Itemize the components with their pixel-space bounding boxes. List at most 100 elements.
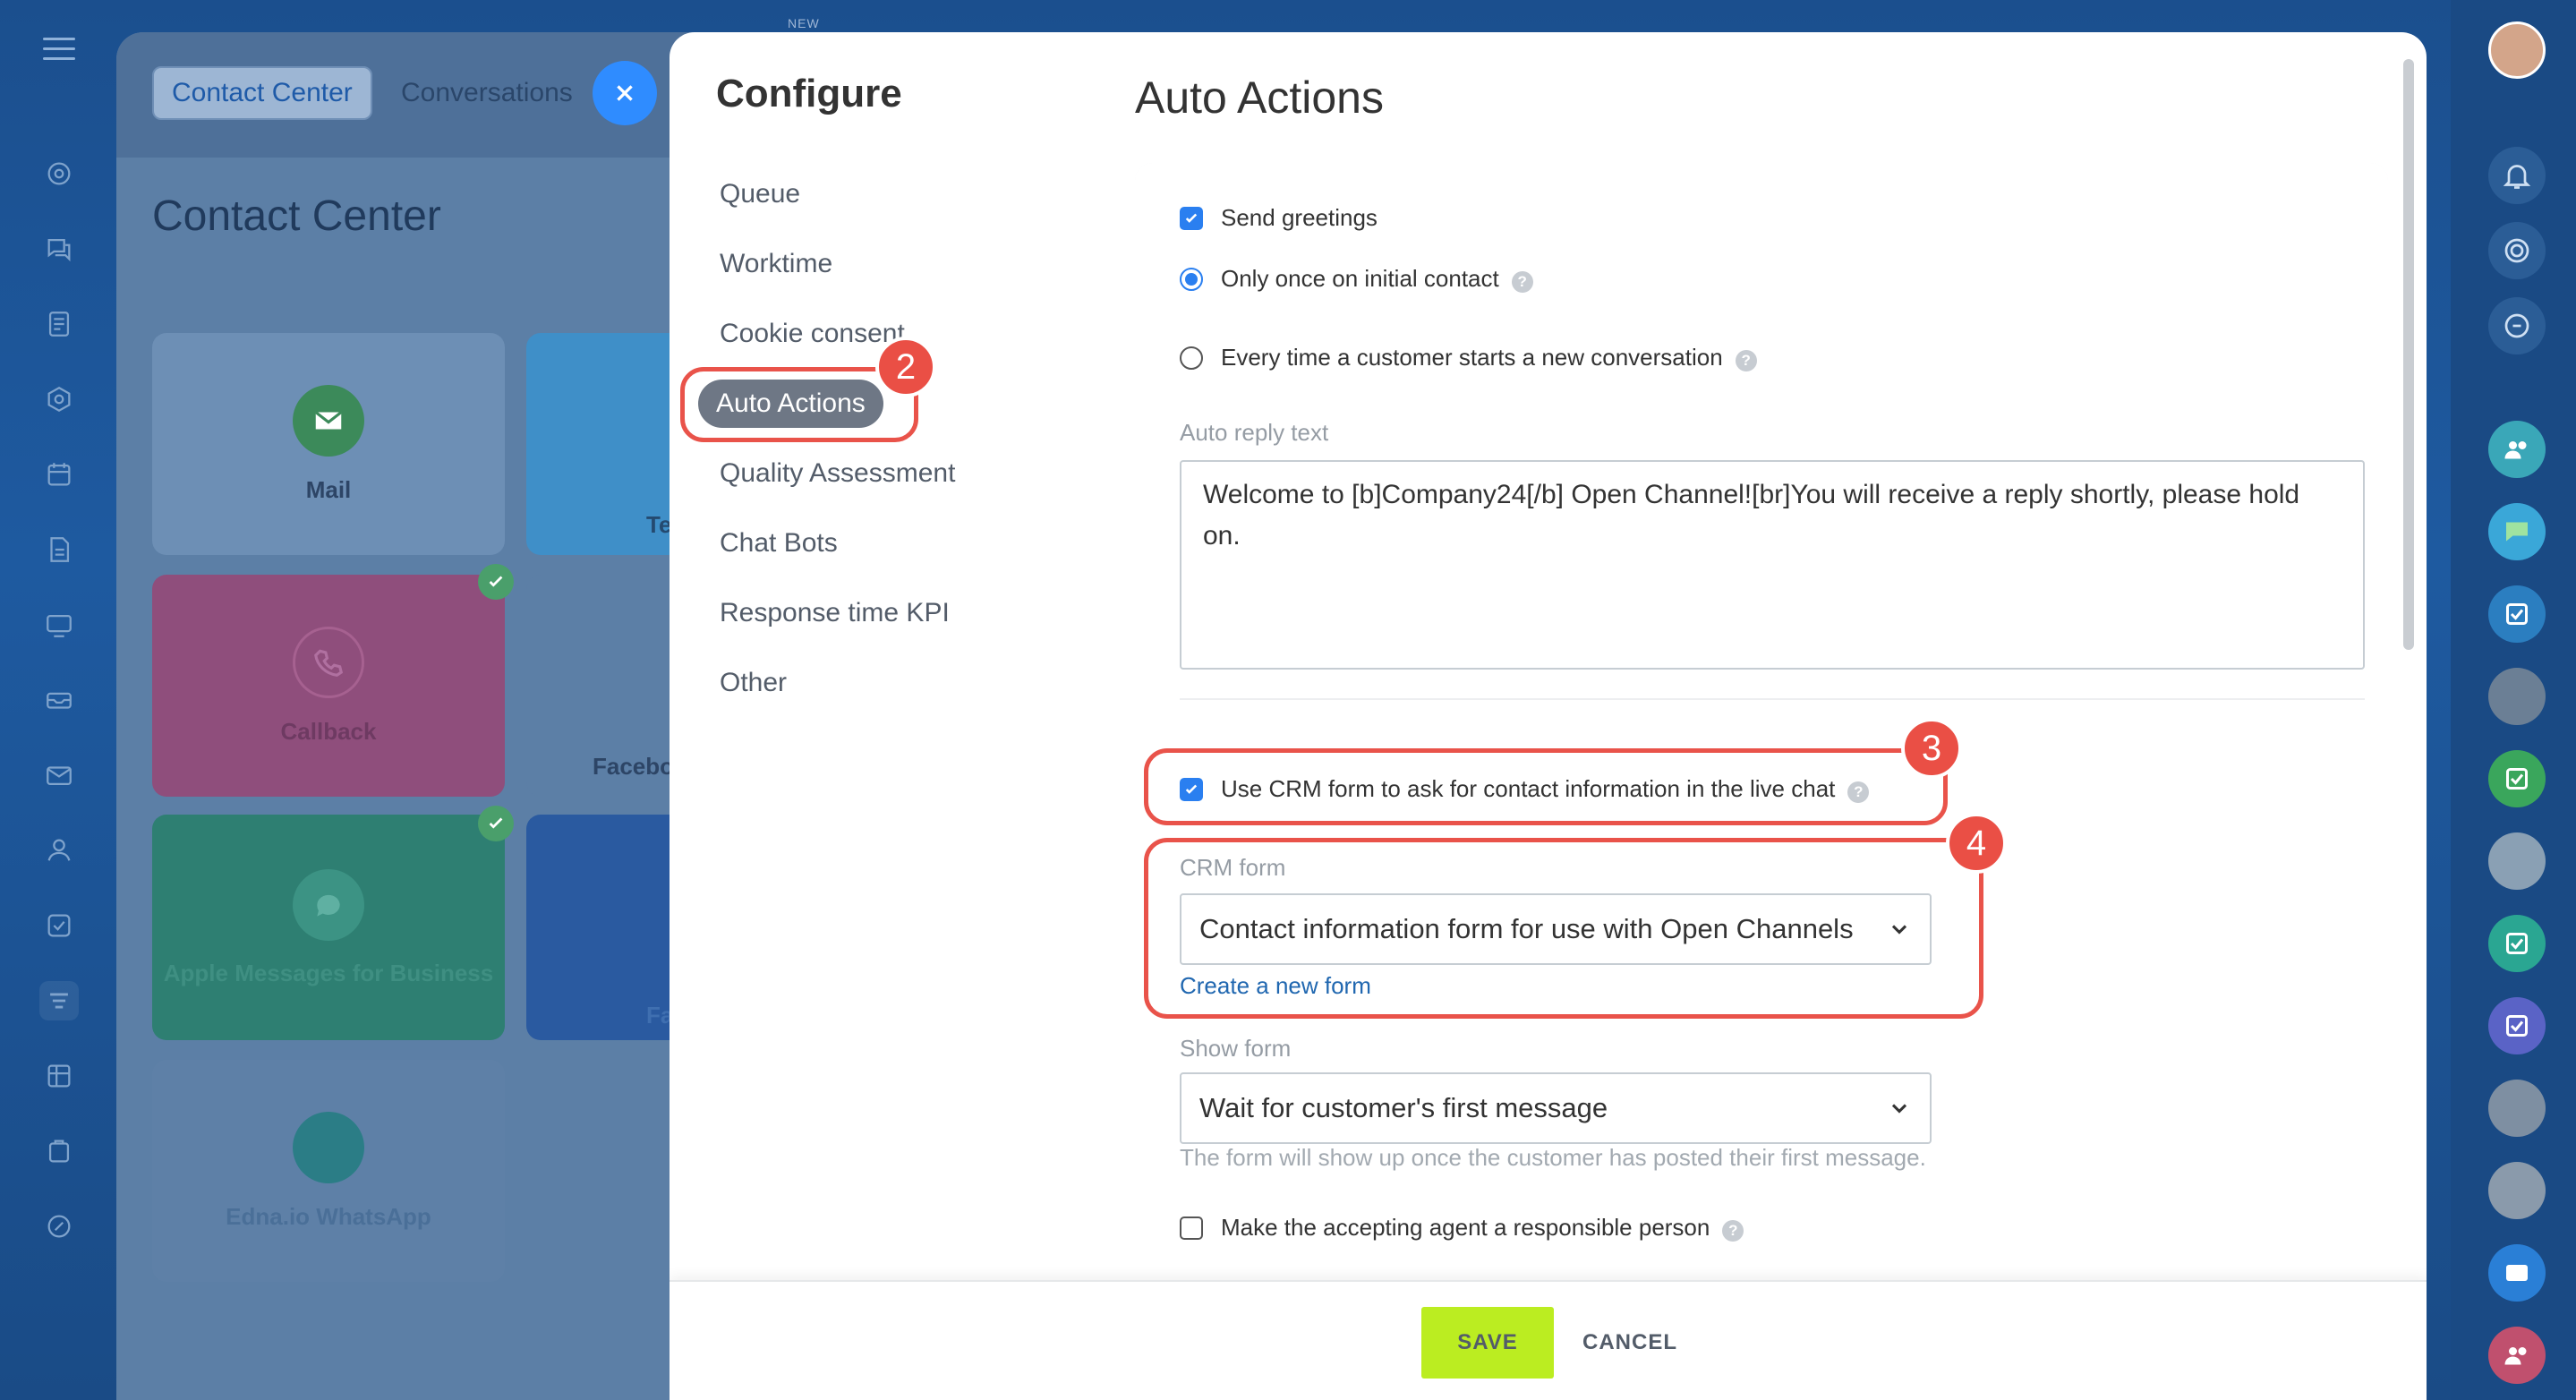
- auto-reply-label: Auto reply text: [1180, 419, 1329, 446]
- menu-item-worktime[interactable]: Worktime: [720, 249, 832, 279]
- cancel-button[interactable]: CANCEL: [1582, 1307, 1677, 1379]
- divider: [1180, 698, 2365, 700]
- mail-icon[interactable]: [39, 755, 79, 795]
- card-label: Te: [646, 510, 672, 538]
- monitor-icon[interactable]: [39, 605, 79, 645]
- configure-dialog: Configure Queue Worktime Cookie consent …: [670, 32, 2427, 1400]
- card-apple-messages[interactable]: Apple Messages for Business: [152, 815, 505, 1040]
- menu-item-response-time-kpi[interactable]: Response time KPI: [720, 598, 950, 628]
- task-icon[interactable]: [2488, 750, 2546, 807]
- tasks-icon[interactable]: [39, 906, 79, 945]
- shield-icon[interactable]: [39, 380, 79, 419]
- chat-bubble-icon[interactable]: [2488, 503, 2546, 560]
- annotation-highlight: [1144, 748, 1948, 825]
- target-icon[interactable]: [2488, 222, 2546, 279]
- user-avatar[interactable]: [2488, 21, 2546, 79]
- radio-every-time[interactable]: [1180, 346, 1203, 370]
- configure-title: Configure: [716, 72, 902, 115]
- document-icon[interactable]: [39, 530, 79, 569]
- people-icon[interactable]: [39, 831, 79, 870]
- card-label: Edna.io WhatsApp: [226, 1202, 431, 1230]
- contact-center-icon[interactable]: [39, 981, 79, 1020]
- menu-item-other[interactable]: Other: [720, 668, 787, 698]
- annotation-badge: 4: [1946, 813, 2007, 874]
- menu-item-quality-assessment[interactable]: Quality Assessment: [720, 458, 955, 489]
- radio-every-row[interactable]: Every time a customer starts a new conve…: [1180, 344, 1757, 371]
- grid-icon[interactable]: [39, 1056, 79, 1096]
- task-icon[interactable]: [2488, 997, 2546, 1054]
- inbox-icon[interactable]: [39, 680, 79, 720]
- card-label: Mail: [305, 475, 352, 503]
- activity-icon[interactable]: [39, 154, 79, 193]
- send-greetings-row[interactable]: Send greetings: [1180, 204, 1378, 232]
- menu-item-chat-bots[interactable]: Chat Bots: [720, 528, 838, 559]
- mail-icon[interactable]: [2488, 1244, 2546, 1302]
- contact-avatar[interactable]: [2488, 1162, 2546, 1219]
- card-callback[interactable]: Callback: [152, 575, 505, 797]
- show-form-hint: The form will show up once the customer …: [1180, 1144, 1926, 1171]
- radio-once-row[interactable]: Only once on initial contact ?: [1180, 265, 1533, 293]
- task-icon[interactable]: [2488, 915, 2546, 972]
- feed-icon[interactable]: [39, 304, 79, 344]
- group-chat-icon[interactable]: [2488, 421, 2546, 478]
- task-icon[interactable]: [2488, 585, 2546, 643]
- help-icon[interactable]: ?: [1735, 349, 1757, 371]
- group-icon[interactable]: [2488, 1327, 2546, 1384]
- check-icon: [478, 564, 514, 600]
- new-label: NEW: [788, 16, 820, 30]
- contact-avatar[interactable]: [2488, 832, 2546, 890]
- help-icon[interactable]: ?: [1722, 1219, 1744, 1242]
- menu-item-queue[interactable]: Queue: [720, 179, 800, 209]
- show-form-value: Wait for customer's first message: [1199, 1092, 1608, 1123]
- card-label: Callback: [280, 717, 377, 745]
- send-greetings-label: Send greetings: [1221, 204, 1378, 231]
- close-icon: [617, 85, 633, 101]
- background-app: Contact Center Conversations Contact Cen…: [116, 32, 743, 1400]
- annotation-badge: 3: [1901, 718, 1962, 779]
- contact-avatar[interactable]: [2488, 668, 2546, 725]
- radio-once-label: Only once on initial contact: [1221, 265, 1499, 292]
- responsible-person-checkbox[interactable]: [1180, 1216, 1203, 1240]
- phone-icon: [293, 626, 364, 698]
- store-icon[interactable]: [39, 1131, 79, 1171]
- card-label: Apple Messages for Business: [163, 960, 494, 986]
- radio-once[interactable]: [1180, 267, 1203, 291]
- content-title: Auto Actions: [1135, 73, 1384, 123]
- mail-icon: [293, 384, 364, 457]
- tab-contact-center[interactable]: Contact Center: [152, 66, 372, 120]
- chevron-down-icon: [1891, 1104, 1907, 1114]
- contact-avatar[interactable]: [2488, 1080, 2546, 1137]
- annotation-highlight: [1144, 838, 1983, 1019]
- settings-panel: Send greetings Only once on initial cont…: [1135, 163, 2388, 1327]
- page-title: Contact Center: [152, 192, 441, 240]
- tab-conversations[interactable]: Conversations: [383, 66, 591, 120]
- menu-icon[interactable]: [43, 38, 75, 63]
- help-icon[interactable]: ?: [1511, 270, 1533, 293]
- edit-icon[interactable]: [39, 1207, 79, 1246]
- bell-icon[interactable]: [2488, 147, 2546, 204]
- message-bubble-icon: [293, 869, 364, 941]
- dialog-footer: SAVE CANCEL: [670, 1280, 2427, 1400]
- save-button[interactable]: SAVE: [1421, 1307, 1554, 1379]
- close-button[interactable]: [593, 61, 657, 125]
- send-greetings-checkbox[interactable]: [1180, 206, 1203, 230]
- chat-icon[interactable]: [39, 229, 79, 269]
- settings-area: Send greetings Only once on initial cont…: [1135, 163, 2388, 1327]
- check-icon: [478, 806, 514, 841]
- annotation-badge: 2: [875, 337, 936, 397]
- radio-every-label: Every time a customer starts a new conve…: [1221, 344, 1723, 371]
- menu-item-cookie-consent[interactable]: Cookie consent: [720, 319, 905, 349]
- card-label: Facebo: [593, 752, 675, 780]
- show-form-select[interactable]: Wait for customer's first message: [1180, 1072, 1932, 1144]
- scrollbar[interactable]: [2403, 59, 2414, 650]
- search-chat-icon[interactable]: [2488, 297, 2546, 354]
- card-mail[interactable]: Mail: [152, 333, 505, 555]
- left-navigation: [0, 0, 116, 1400]
- responsible-person-label: Make the accepting agent a responsible p…: [1221, 1214, 1710, 1241]
- calendar-icon[interactable]: [39, 455, 79, 494]
- right-sidebar: [2451, 0, 2576, 1400]
- edna-icon: [293, 1111, 364, 1183]
- card-edna-whatsapp[interactable]: Edna.io WhatsApp: [152, 1060, 505, 1282]
- responsible-person-row[interactable]: Make the accepting agent a responsible p…: [1180, 1214, 1744, 1242]
- auto-reply-textarea[interactable]: Welcome to [b]Company24[/b] Open Channel…: [1180, 460, 2365, 670]
